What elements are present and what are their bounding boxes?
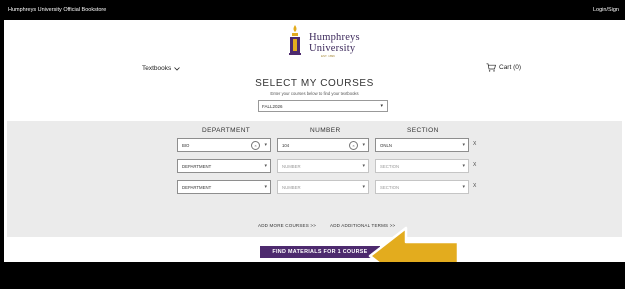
department-select-1[interactable]: BIO × ▾: [177, 138, 271, 152]
cart-link[interactable]: Cart (0): [486, 63, 521, 72]
chevron-down-icon: ▾: [264, 184, 267, 190]
page-subtitle: Enter your courses below to find your te…: [270, 91, 359, 96]
remove-row-button[interactable]: X: [473, 183, 476, 189]
department-value-1: BIO: [182, 143, 190, 148]
textbooks-label: Textbooks: [142, 65, 172, 72]
section-placeholder-2: SECTION: [380, 164, 400, 169]
number-select-1[interactable]: 104 × ▾: [277, 138, 369, 152]
chevron-down-icon: ▾: [462, 184, 465, 190]
chevron-down-icon: [174, 66, 181, 71]
section-placeholder-3: SECTION: [380, 185, 400, 190]
brand-name: Humphreys University: [309, 32, 360, 54]
term-select[interactable]: FALL2026 ▾: [258, 100, 388, 112]
add-more-courses-link[interactable]: ADD MORE COURSES >>: [258, 223, 316, 228]
brand-name-line1: Humphreys: [309, 32, 360, 43]
number-select-3[interactable]: NUMBER ▾: [277, 180, 369, 194]
chevron-down-icon: ▾: [264, 142, 267, 148]
textbooks-menu[interactable]: Textbooks: [142, 65, 181, 72]
number-column-header: NUMBER: [310, 127, 341, 134]
department-placeholder-2: DEPARTMENT: [182, 164, 212, 169]
page-content: Humphreys University EST. 1896 Textbooks…: [4, 20, 625, 286]
screenshot-frame: Humphreys University Official Bookstore …: [0, 0, 625, 289]
chevron-down-icon: ▾: [462, 142, 465, 148]
clear-icon[interactable]: ×: [251, 141, 260, 150]
section-column-header: SECTION: [407, 127, 439, 134]
department-select-2[interactable]: DEPARTMENT ▾: [177, 159, 271, 173]
number-value-1: 104: [282, 143, 290, 148]
number-placeholder-2: NUMBER: [282, 164, 301, 169]
page-title: SELECT MY COURSES: [255, 78, 374, 89]
university-logo[interactable]: Humphreys University EST. 1896: [287, 24, 367, 58]
clear-icon[interactable]: ×: [349, 141, 358, 150]
top-bar: Humphreys University Official Bookstore …: [0, 0, 625, 20]
department-column-header: DEPARTMENT: [202, 127, 251, 134]
section-value-1: ONLN: [380, 143, 392, 148]
cart-label: Cart (0): [499, 64, 522, 71]
remove-row-button[interactable]: X: [473, 141, 476, 147]
login-link[interactable]: Login/Sign: [593, 7, 619, 13]
brand-tagline: EST. 1896: [321, 54, 335, 58]
find-materials-button[interactable]: FIND MATERIALS FOR 1 COURSE: [260, 246, 380, 258]
section-select-3[interactable]: SECTION ▾: [375, 180, 469, 194]
store-name: Humphreys University Official Bookstore: [8, 7, 107, 13]
term-value: FALL2026: [262, 104, 283, 109]
course-entry-panel: DEPARTMENT NUMBER SECTION BIO × ▾ 104 × …: [7, 121, 622, 237]
chevron-down-icon: ▾: [362, 142, 365, 148]
bottom-bar: [0, 262, 625, 289]
section-select-1[interactable]: ONLN ▾: [375, 138, 469, 152]
number-placeholder-3: NUMBER: [282, 185, 301, 190]
remove-row-button[interactable]: X: [473, 162, 476, 168]
brand-name-line2: University: [309, 43, 356, 54]
number-select-2[interactable]: NUMBER ▾: [277, 159, 369, 173]
university-seal-icon: [289, 25, 301, 55]
chevron-down-icon: ▾: [362, 184, 365, 190]
chevron-down-icon: ▾: [362, 163, 365, 169]
section-select-2[interactable]: SECTION ▾: [375, 159, 469, 173]
department-select-3[interactable]: DEPARTMENT ▾: [177, 180, 271, 194]
department-placeholder-3: DEPARTMENT: [182, 185, 212, 190]
cart-icon: [486, 63, 496, 72]
chevron-down-icon: ▾: [380, 103, 383, 109]
chevron-down-icon: ▾: [462, 163, 465, 169]
chevron-down-icon: ▾: [264, 163, 267, 169]
